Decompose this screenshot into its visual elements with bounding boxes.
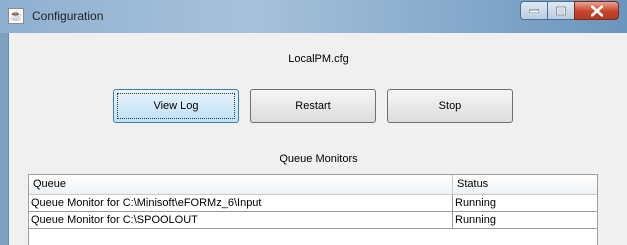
queue-cell: Queue Monitor for C:\SPOOLOUT [29,212,453,228]
queue-cell: Queue Monitor for C:\Minisoft\eFORMz_6\I… [29,195,453,211]
restart-button[interactable]: Restart [250,89,376,123]
status-cell: Running [455,197,496,209]
queue-monitors-title: Queue Monitors [279,153,358,165]
status-cell: Running [455,214,496,226]
stop-button[interactable]: Stop [387,89,513,123]
close-button[interactable] [574,1,619,20]
view-log-button[interactable]: View Log [113,89,239,123]
java-icon: ☕ [8,8,24,24]
minimize-icon [529,9,539,13]
column-header-queue[interactable]: Queue [29,175,453,194]
table-header: Queue Status [29,175,597,195]
maximize-button[interactable] [547,1,574,20]
close-icon [590,5,603,16]
minimize-button[interactable] [520,1,547,20]
stop-label: Stop [438,100,462,112]
window-controls [520,1,619,20]
restart-label: Restart [295,100,331,112]
queue-monitors-table: Queue Status Queue Monitor for C:\Miniso… [28,174,598,245]
maximize-icon [556,6,566,15]
title-bar[interactable]: ☕ Configuration [0,0,627,33]
configuration-window: ☕ Configuration LocalPM.cfg View Log Res… [0,0,627,245]
client-area: LocalPM.cfg View Log Restart Stop Queue … [8,33,627,245]
config-file-label: LocalPM.cfg [288,53,349,65]
table-row[interactable]: Queue Monitor for C:\SPOOLOUT Running [29,212,597,229]
window-title: Configuration [32,9,104,23]
focus-ring [117,93,235,119]
column-header-status[interactable]: Status [453,175,597,194]
table-row[interactable]: Queue Monitor for C:\Minisoft\eFORMz_6\I… [29,195,597,212]
